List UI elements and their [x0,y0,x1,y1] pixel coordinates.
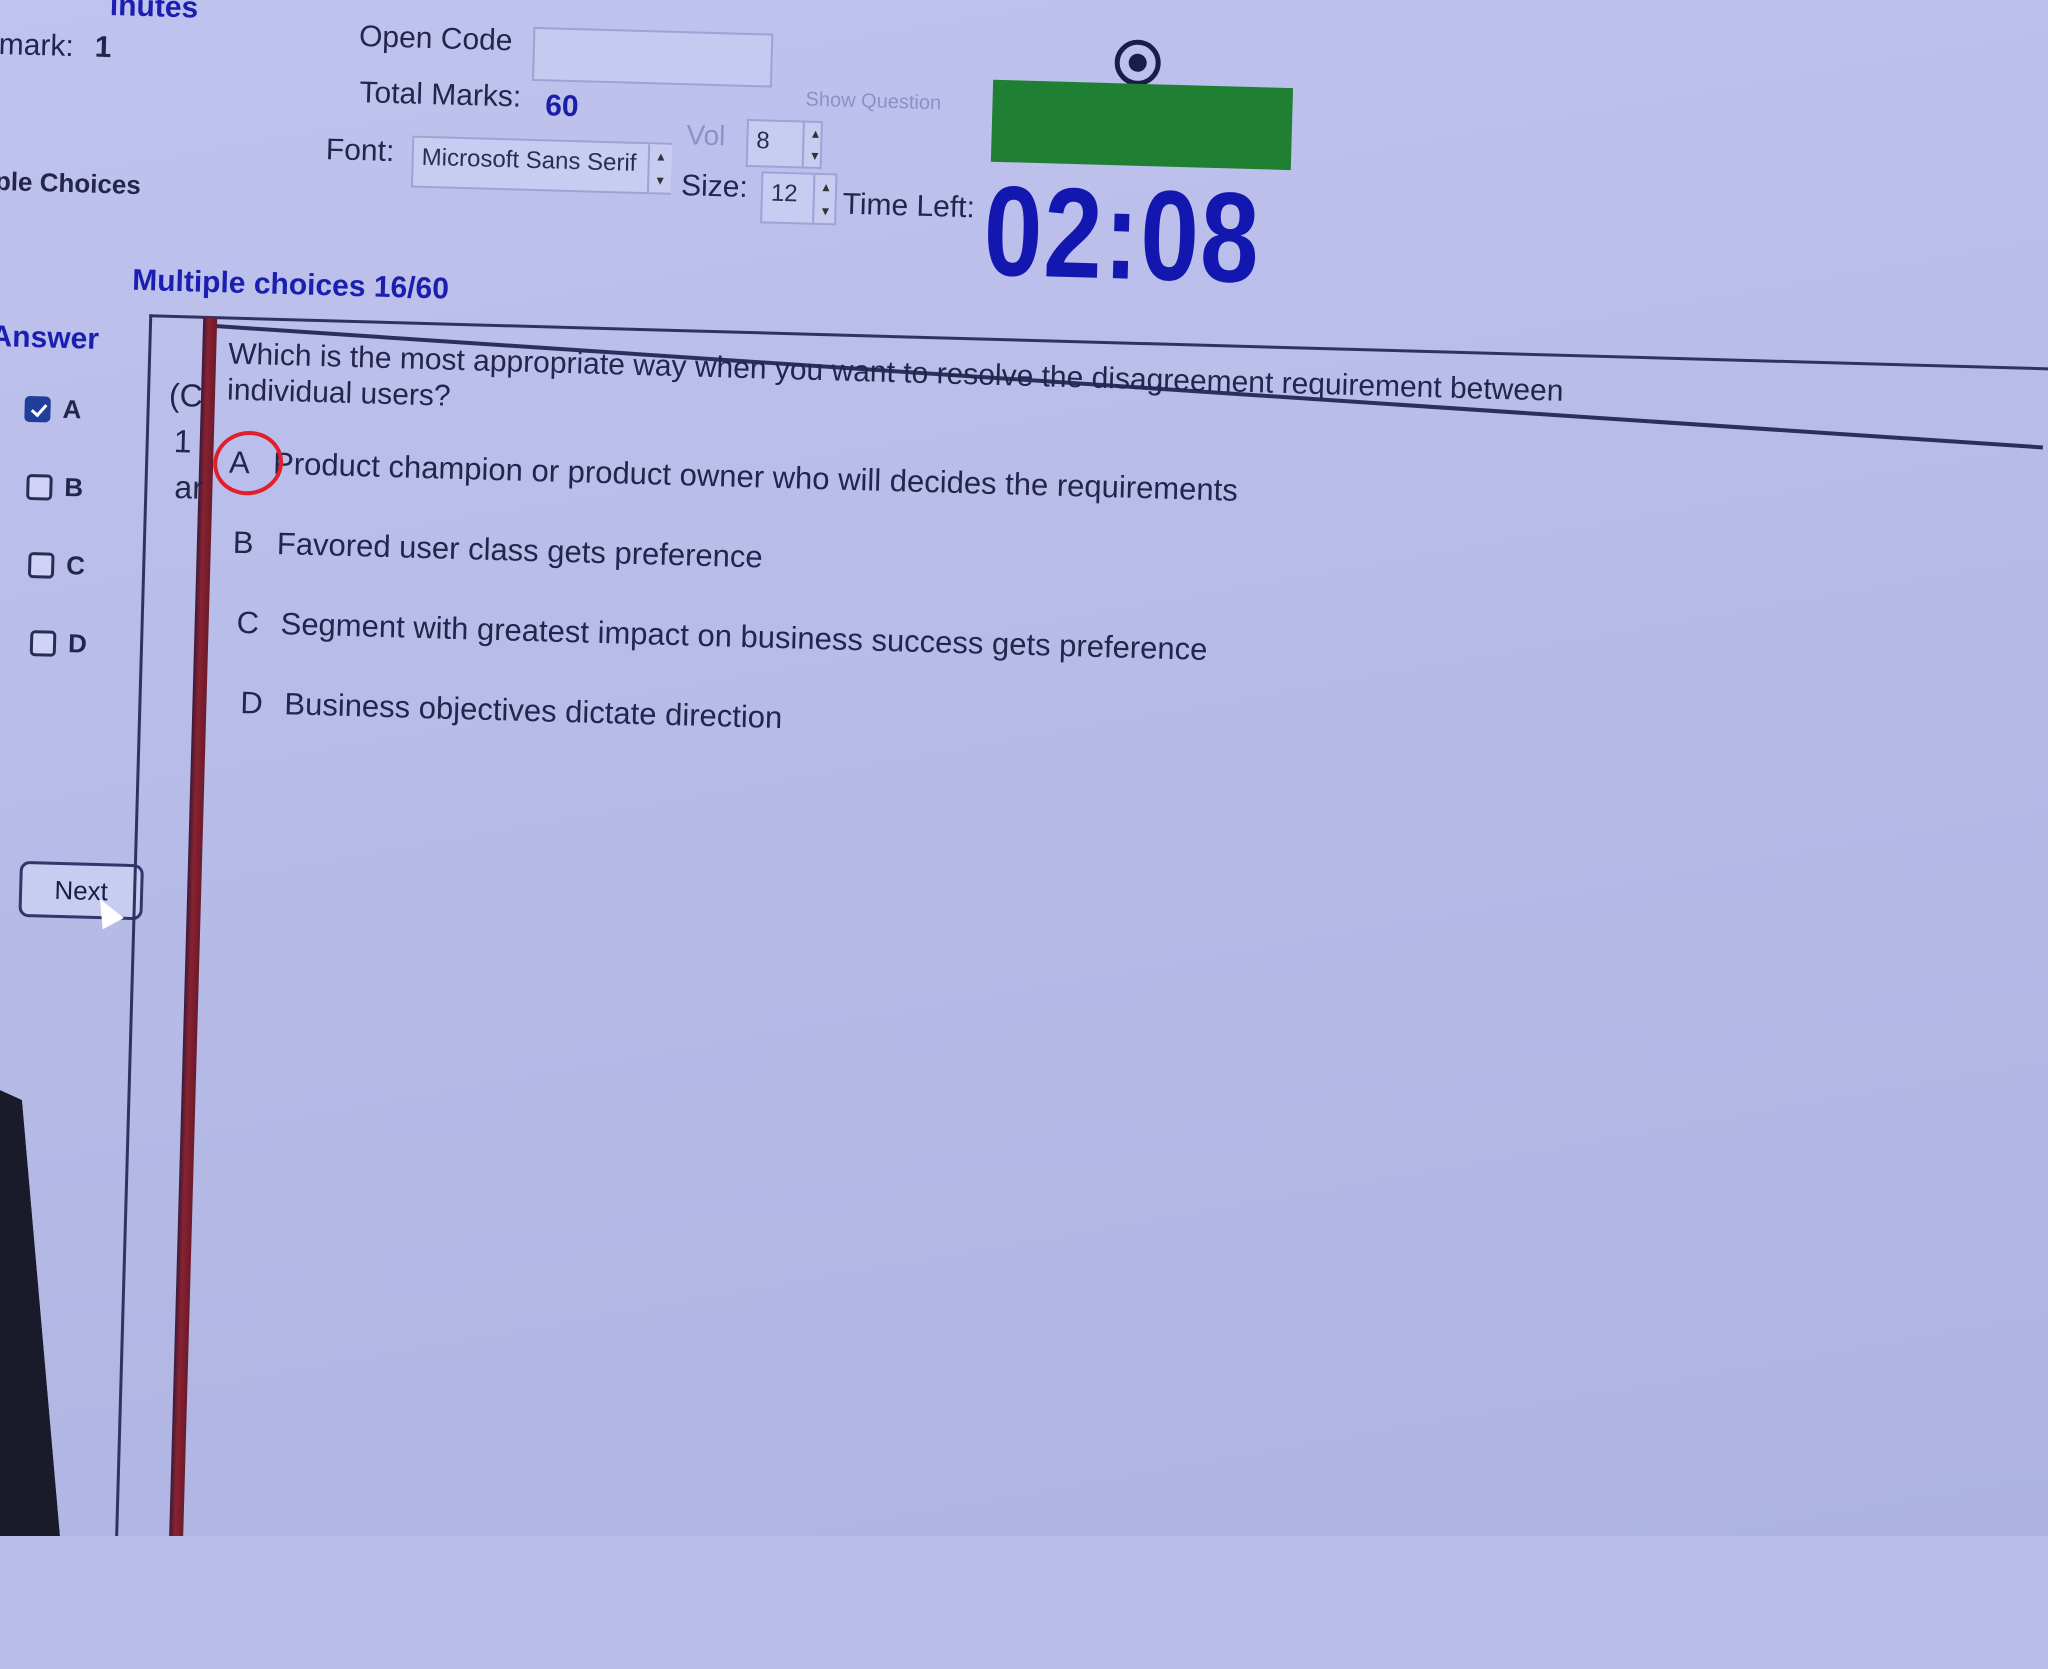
hidden-text-fragment-1: (C [168,376,204,414]
size-label: Size: [680,169,749,204]
vol-label: Vol [686,119,726,152]
total-marks-label: Total Marks: [359,76,522,114]
answer-option-a[interactable]: A [24,393,82,426]
vol-value: 8 [755,127,771,155]
choice-letter-d: D [239,684,264,721]
show-question-button[interactable]: Show Question [805,89,941,116]
hidden-text-fragment-3: ar [173,469,204,506]
checkbox-a[interactable] [24,395,51,423]
mark-label: mark: [0,27,75,64]
choice-letter-b: B [232,524,255,561]
font-value: Microsoft Sans Serif [421,143,637,177]
answer-letter-c: C [65,550,86,581]
font-select[interactable]: Microsoft Sans Serif [410,135,673,195]
record-icon[interactable] [1114,39,1162,87]
next-button[interactable]: Next [18,860,144,921]
time-left-value: 02:08 [981,159,1263,311]
exam-screen: inutes mark: 1 ple Choices Open Code Sho… [0,0,2048,1536]
checkbox-b[interactable] [26,473,53,501]
font-spin-icon[interactable]: ▲ ▼ [646,144,673,193]
open-code-input[interactable] [531,26,774,88]
checkbox-c[interactable] [27,551,55,579]
answer-option-d[interactable]: D [29,627,88,660]
total-marks-value: 60 [544,89,580,124]
answer-option-c[interactable]: C [27,549,86,582]
answer-letter-b: B [64,471,84,503]
question-panel [112,314,2048,1536]
section-title: Multiple choices 16/60 [131,263,450,306]
answer-letter-a: A [62,393,82,425]
status-bar [990,79,1294,171]
answer-heading: Answer [0,319,100,356]
mark-value: 1 [94,30,112,65]
time-left-label: Time Left: [842,187,976,225]
choice-letter-c: C [236,604,260,641]
answer-letter-d: D [67,628,88,659]
checkbox-d[interactable] [29,629,57,657]
duration-label: inutes [109,0,199,25]
font-label: Font: [325,133,395,169]
section-type-label: ple Choices [0,165,142,200]
size-value: 12 [770,179,798,208]
open-code-label: Open Code [358,20,513,58]
vol-spin-icon[interactable]: ▲ ▼ [801,122,827,168]
size-spin-icon[interactable]: ▲ ▼ [812,174,838,224]
hidden-text-fragment-2: 1 [173,423,193,460]
answer-option-b[interactable]: B [26,471,84,504]
